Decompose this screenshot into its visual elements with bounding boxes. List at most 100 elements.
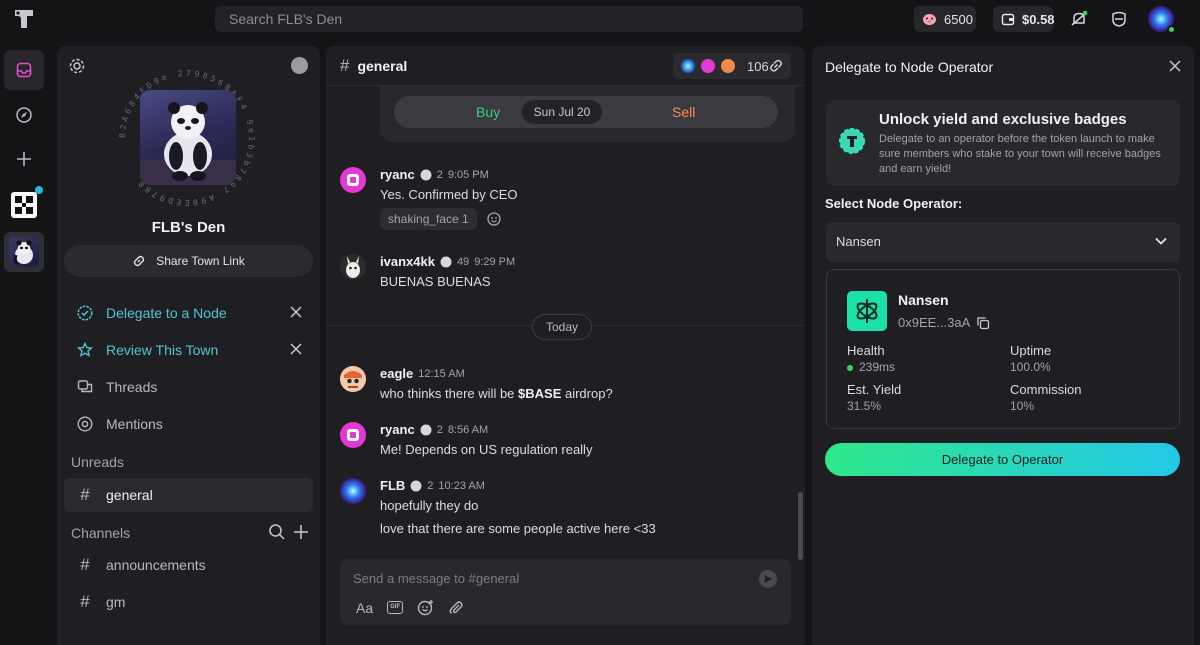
profile-avatar[interactable]	[1148, 6, 1176, 34]
wallet-icon	[1001, 12, 1015, 26]
message-time: 12:15 AM	[418, 367, 465, 380]
username[interactable]: FLB	[380, 478, 405, 493]
nav-threads[interactable]: Threads	[64, 370, 313, 404]
user-level: 49	[456, 255, 470, 268]
link-icon[interactable]	[768, 58, 784, 74]
message-item: eagle 12:15 AM who thinks there will be …	[340, 366, 790, 406]
spaces-rail	[0, 46, 48, 645]
towns-badge-icon	[838, 127, 866, 155]
channel-item-general[interactable]: # general	[64, 478, 313, 512]
user-avatar[interactable]	[340, 167, 366, 193]
channel-item-announcements[interactable]: # announcements	[64, 548, 313, 582]
est-yield-label: Est. Yield	[847, 382, 902, 397]
message-item: ryanc 2 9:05 PM Yes. Confirmed by CEO sh…	[340, 167, 790, 237]
channel-name: general	[357, 58, 408, 74]
mask-icon[interactable]	[1107, 7, 1131, 31]
add-channel-plus-icon[interactable]	[292, 523, 310, 541]
verified-badge-icon	[410, 480, 422, 492]
nansen-logo-icon	[847, 291, 887, 331]
username[interactable]: ivanx4kk	[380, 254, 435, 269]
verified-badge-icon	[420, 169, 432, 181]
message-time: 9:29 PM	[474, 255, 516, 268]
close-icon[interactable]	[289, 305, 303, 319]
copy-icon[interactable]	[976, 316, 990, 330]
link-icon	[132, 254, 146, 268]
message-header: eagle 12:15 AM	[380, 366, 465, 381]
reaction-chip[interactable]: shaking_face 1	[380, 208, 477, 230]
buy-button[interactable]: Buy	[476, 104, 500, 120]
app-logo-icon[interactable]	[12, 7, 36, 31]
star-icon	[76, 341, 94, 359]
town-z-icon[interactable]	[11, 186, 43, 218]
add-town-plus-icon[interactable]	[4, 139, 44, 179]
attachment-icon[interactable]	[448, 600, 464, 616]
message-text: Me! Depends on US regulation really	[380, 442, 593, 457]
inbox-icon[interactable]	[4, 50, 44, 90]
close-icon[interactable]	[1168, 59, 1182, 73]
nav-mentions[interactable]: Mentions	[64, 407, 313, 441]
message-text: who thinks there will be $BASE airdrop?	[380, 386, 613, 401]
commission-value: 10%	[1010, 399, 1035, 413]
member-avatar	[701, 59, 715, 73]
select-operator-label: Select Node Operator:	[825, 196, 963, 211]
top-bar: Search FLB's Den 6500 $0.58	[0, 0, 1200, 38]
format-text-button[interactable]: Aa	[356, 600, 373, 616]
town-image	[140, 90, 236, 185]
username[interactable]: ryanc	[380, 167, 415, 182]
bell-icon[interactable]	[1067, 7, 1091, 31]
user-avatar[interactable]	[340, 478, 366, 504]
nav-delegate-to-node[interactable]: Delegate to a Node	[64, 296, 313, 330]
hash-icon: #	[340, 56, 350, 75]
message-header: ivanx4kk 49 9:29 PM	[380, 254, 515, 269]
town-flbs-den-icon[interactable]	[4, 232, 44, 272]
username[interactable]: ryanc	[380, 422, 415, 437]
send-icon[interactable]	[759, 570, 777, 588]
points-chip[interactable]: 6500	[914, 6, 976, 32]
nav-review-label: Review This Town	[106, 342, 219, 358]
nav-review-this-town[interactable]: Review This Town	[64, 333, 313, 367]
badge-check-icon	[76, 304, 94, 322]
wallet-chip[interactable]: $0.58	[993, 6, 1055, 32]
sell-button[interactable]: Sell	[672, 104, 695, 120]
health-label: Health	[847, 343, 885, 358]
search-channels-icon[interactable]	[268, 523, 286, 541]
est-yield-value: 31.5%	[847, 399, 882, 413]
chat-panel: # general 106 Buy Sun Jul 20 Sell ryanc …	[326, 46, 805, 645]
verified-badge-icon	[420, 424, 432, 436]
message-text-part: who thinks there will be	[380, 386, 519, 401]
chat-scrollbar[interactable]	[798, 492, 803, 560]
message-input[interactable]: Send a message to #general	[353, 571, 519, 586]
search-input[interactable]: Search FLB's Den	[215, 6, 803, 32]
gear-icon[interactable]	[67, 56, 87, 76]
user-avatar[interactable]	[340, 422, 366, 448]
close-icon[interactable]	[289, 342, 303, 356]
user-avatar[interactable]	[340, 366, 366, 392]
channel-item-gm[interactable]: # gm	[64, 585, 313, 619]
share-town-link-label: Share Town Link	[156, 254, 245, 268]
composer-toolbar: Aa GIF	[356, 599, 464, 616]
share-town-link-button[interactable]: Share Town Link	[64, 245, 313, 277]
explore-compass-icon[interactable]	[4, 95, 44, 135]
operator-card: Nansen 0x9EE...3aA Health 239ms Uptime 1…	[826, 269, 1180, 429]
token-mention[interactable]: $BASE	[518, 386, 561, 401]
add-reaction-icon[interactable]	[486, 211, 502, 227]
hash-icon: #	[80, 485, 90, 504]
nav-delegate-label: Delegate to a Node	[106, 305, 227, 321]
message-composer[interactable]: Send a message to #general Aa GIF	[340, 559, 791, 625]
gif-icon[interactable]: GIF	[387, 601, 404, 614]
emoji-icon[interactable]	[417, 599, 434, 616]
health-value-text: 239ms	[859, 360, 896, 374]
delegate-to-operator-button[interactable]: Delegate to Operator	[825, 443, 1180, 476]
message-item: ryanc 2 8:56 AM Me! Depends on US regula…	[340, 422, 790, 462]
nav-threads-label: Threads	[106, 379, 158, 395]
nav-mentions-label: Mentions	[106, 416, 163, 432]
message-time: 9:05 PM	[447, 168, 489, 181]
user-avatar[interactable]	[340, 254, 366, 280]
pig-icon	[922, 12, 937, 26]
operator-select[interactable]: Nansen	[826, 222, 1180, 262]
verified-badge-icon	[440, 256, 452, 268]
username[interactable]: eagle	[380, 366, 413, 381]
commission-label: Commission	[1010, 382, 1082, 397]
token-icon[interactable]	[291, 57, 308, 74]
unlock-yield-card: Unlock yield and exclusive badges Delega…	[826, 100, 1180, 186]
